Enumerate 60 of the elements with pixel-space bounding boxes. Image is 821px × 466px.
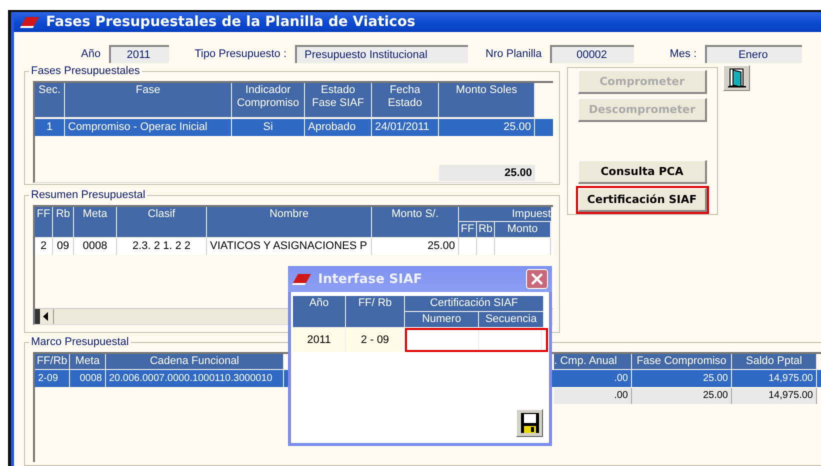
table-cell: 2: [35, 238, 53, 255]
total-cell: 25.00: [632, 388, 732, 404]
column-header: Estado Fase SIAF: [305, 83, 372, 118]
table-cell: 25.00: [439, 119, 535, 136]
table-cell: 2.3. 2 1. 2 2: [117, 238, 207, 255]
column-header: Monto: [495, 222, 551, 238]
column-header: Fecha Estado: [372, 83, 439, 118]
section-title: Marco Presupuestal: [30, 336, 130, 348]
column-header: FF/Rb: [35, 354, 70, 370]
table-cell: 0008: [74, 238, 117, 255]
table-cell: 1: [35, 119, 65, 136]
table-cell: Aprobado: [305, 119, 372, 136]
table-cell: 25.00: [372, 238, 459, 255]
field-label: Nro Planilla: [486, 48, 542, 60]
column-header: Saldo Pptal: [732, 354, 817, 370]
column-header: Meta: [74, 207, 117, 238]
column-header: FF: [35, 207, 53, 238]
column-header: Nombre: [207, 207, 372, 238]
table-cell: 09: [53, 238, 74, 255]
field-label: Mes :: [670, 48, 697, 60]
column-header: Fase: [65, 83, 232, 118]
column-header: Fase Compromiso: [632, 354, 732, 370]
column-header: Cadena Funcional: [106, 354, 284, 370]
column-header: Secuencia: [479, 312, 544, 328]
column-header: Meta: [70, 354, 106, 370]
column-header: Monto S/.: [372, 207, 459, 238]
table-cell: 0008: [70, 370, 106, 387]
table-cell: 2 - 09: [346, 328, 405, 352]
field-label: Año: [81, 48, 101, 60]
total-cell: .00: [554, 388, 632, 404]
total-cell: 25.00: [439, 165, 535, 181]
table-cell: 2011: [293, 328, 346, 352]
column-header: Indicador Compromiso: [232, 83, 305, 118]
total-cell: 14,975.00: [732, 388, 817, 404]
table-cell: Compromiso - Operac Inicial: [65, 119, 232, 136]
section-title: Resumen Presupuestal: [30, 189, 146, 201]
column-header: Sec.: [35, 83, 65, 118]
column-header: FF: [459, 222, 477, 238]
window-title: Fases Presupuestales de la Planilla de Viaticos: [46, 14, 416, 30]
table-cell: 24/01/2011: [372, 119, 439, 136]
table-cell: 14,975.00: [732, 370, 817, 387]
column-header: FF/ Rb: [346, 296, 405, 328]
table-cell: .00: [554, 370, 632, 387]
field-label: Tipo Presupuesto :: [194, 48, 286, 60]
table-cell: Si: [232, 119, 305, 136]
table-cell: VIATICOS Y ASIGNACIONES P: [207, 238, 372, 255]
column-header: Rb: [477, 222, 495, 238]
column-group-header: Impuest: [459, 207, 551, 222]
section-title: Fases Presupuestales: [30, 65, 141, 77]
table-cell: 2-09: [35, 370, 70, 387]
dialog-title: Interfase SIAF: [318, 272, 424, 286]
column-header: Rb: [53, 207, 74, 238]
column-header: . Cmp. Anual: [554, 354, 632, 370]
column-header: Numero: [405, 312, 479, 328]
column-header: Año: [293, 296, 346, 328]
table-cell: 20.006.0007.0000.1000110.3000010: [106, 370, 284, 387]
column-header: Monto Soles: [439, 83, 535, 118]
column-group-header: Certificación SIAF: [405, 296, 544, 312]
column-header: Clasif: [117, 207, 207, 238]
table-cell: 25.00: [632, 370, 732, 387]
